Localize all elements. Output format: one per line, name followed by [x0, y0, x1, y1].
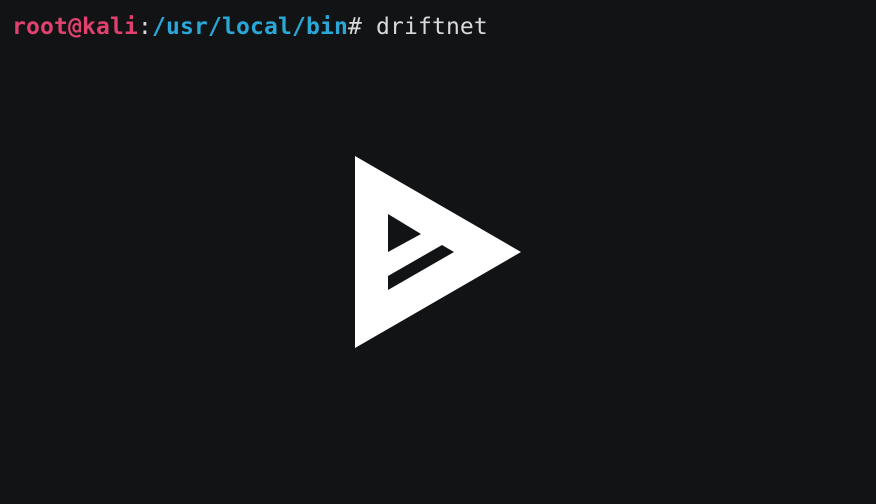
typed-command: driftnet [375, 14, 488, 40]
prompt-separator: : [137, 14, 152, 40]
shell-prompt: root@kali:/usr/local/bin# driftnet [12, 12, 488, 42]
asciinema-play-icon [355, 156, 521, 348]
prompt-user-host: root@kali [12, 14, 138, 40]
terminal-screen: root@kali:/usr/local/bin# driftnet [0, 0, 876, 504]
prompt-symbol: # [347, 14, 376, 40]
play-button[interactable] [352, 154, 524, 350]
prompt-path: /usr/local/bin [151, 14, 348, 40]
